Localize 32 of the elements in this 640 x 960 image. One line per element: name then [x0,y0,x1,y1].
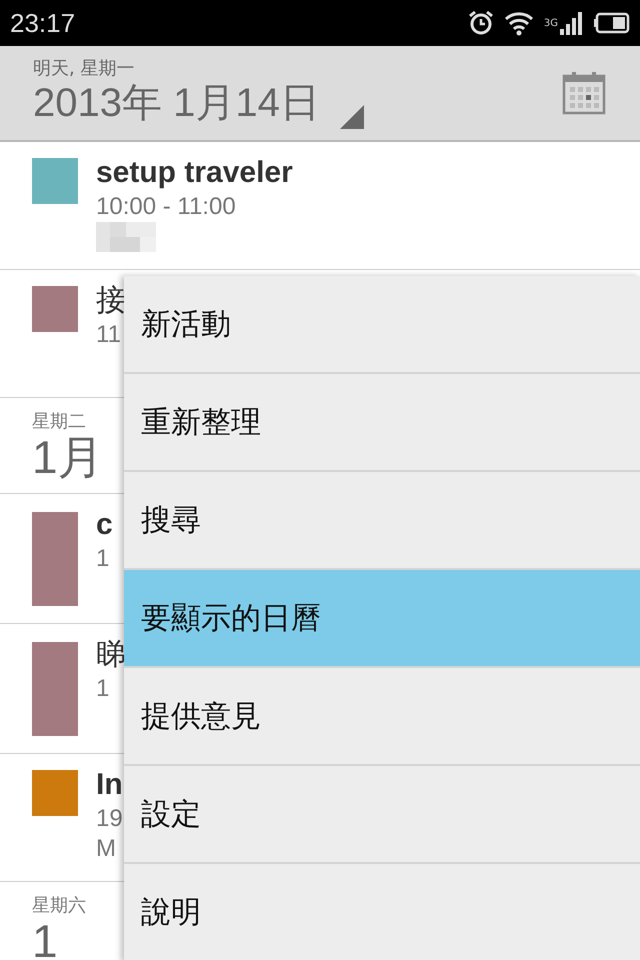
event-title: 接 [96,283,126,319]
menu-item[interactable]: 提供意見 [124,668,640,766]
event-detail: 1 [96,544,110,574]
signal-icon [560,11,584,35]
event-title: 睇 [96,637,126,673]
menu-item[interactable]: 新活動 [124,276,640,374]
dropdown-corner-icon [340,105,364,129]
status-time: 23:17 [10,8,76,38]
alarm-icon [468,10,494,36]
day-date: 1月 [32,432,104,482]
date-header[interactable]: 明天, 星期一 2013年 1月14日 [0,46,640,142]
weekday-label: 星期六 [32,896,86,916]
event-title: c [96,507,113,543]
wifi-icon [504,10,534,36]
event-detail: 1 [96,674,110,704]
day-date: 1 [32,916,59,960]
event-detail: 10:00 - 11:00 [96,192,237,222]
event-title: In [96,767,123,803]
menu-item[interactable]: 設定 [124,766,640,864]
menu-item[interactable]: 說明 [124,864,640,960]
menu-item[interactable]: 要顯示的日曆 [124,570,640,668]
event-title: setup traveler [96,155,293,191]
weekday-label: 星期二 [32,412,87,432]
event-detail: 19 [96,804,123,834]
menu-item[interactable]: 重新整理 [124,374,640,472]
event-detail: 11 [96,320,122,350]
header-date: 2013年 1月14日 [33,80,320,127]
battery-icon [594,12,630,34]
network-type: 3G [544,18,558,29]
calendar-icon[interactable] [562,71,606,115]
day-label: 明天, 星期一 [33,59,136,79]
event-detail: M [96,834,117,864]
